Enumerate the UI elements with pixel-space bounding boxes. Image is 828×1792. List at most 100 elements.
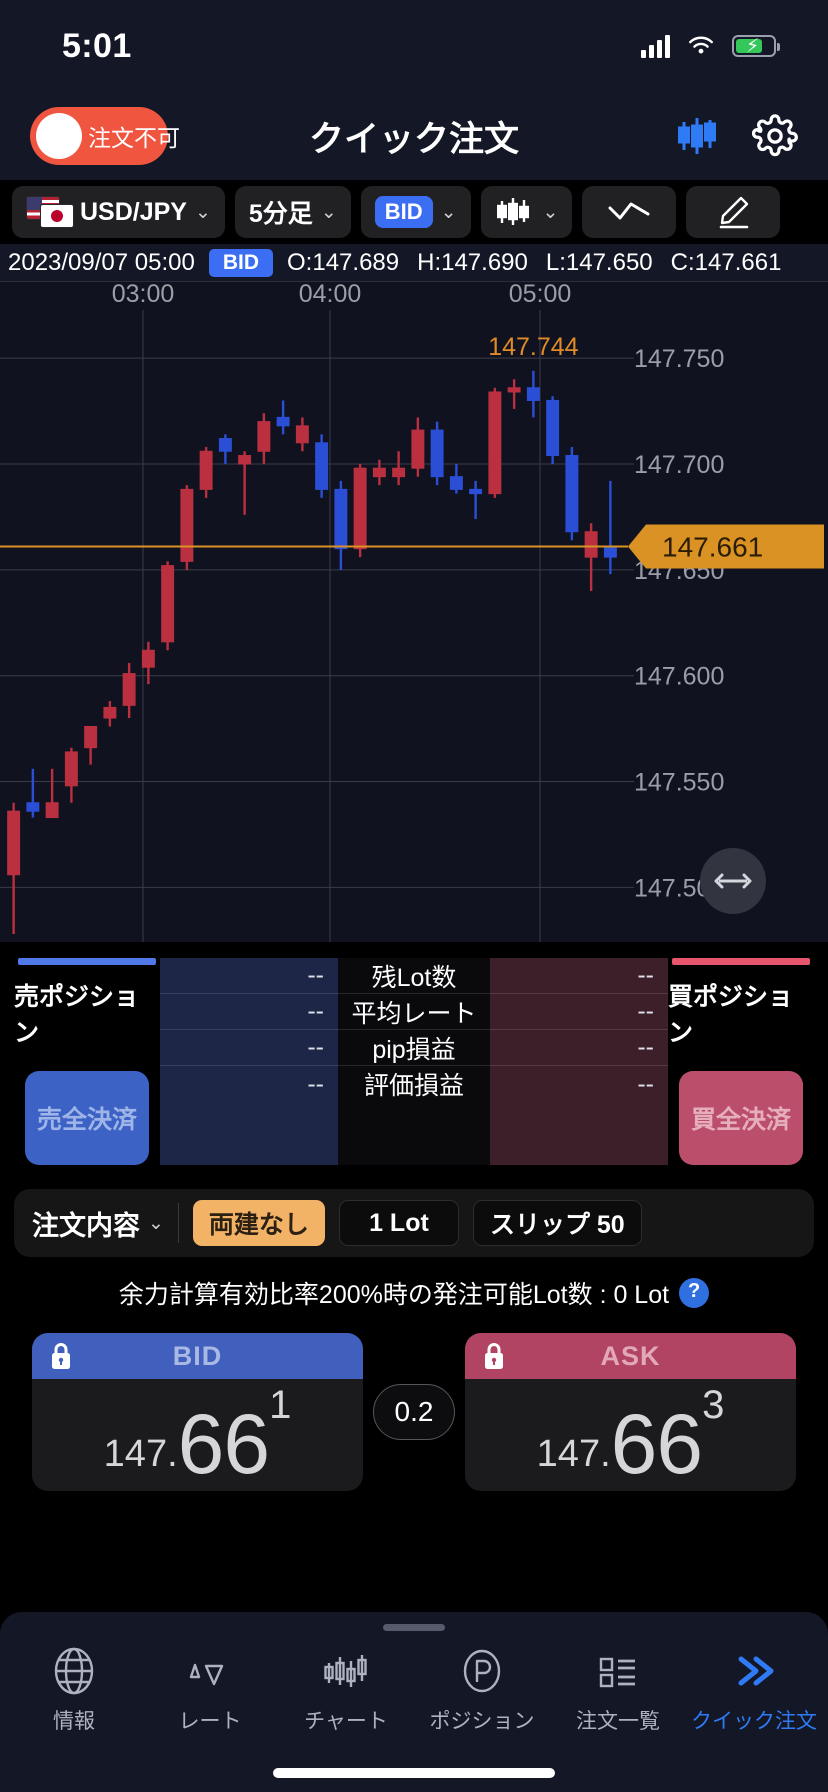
status-bar: 5:01 ⚡ xyxy=(0,0,828,92)
question-icon[interactable]: ? xyxy=(679,1278,710,1308)
position-table: 売ポジション 売全決済 -- -- -- -- 残Lot数 平均レート pip損… xyxy=(14,958,814,1165)
candlestick-icon[interactable] xyxy=(676,114,722,158)
order-settings-label: 注文内容 xyxy=(32,1210,140,1241)
lock-icon xyxy=(485,1343,503,1369)
p-circle-icon xyxy=(463,1649,501,1693)
bid-button[interactable]: BID 147. 66 1 xyxy=(32,1333,363,1491)
divider xyxy=(177,1203,179,1243)
cellular-bars-icon xyxy=(641,34,670,58)
chart-type-selector[interactable]: ⌄ xyxy=(480,186,573,238)
buy-close-all-button[interactable]: 買全決済 xyxy=(679,1071,803,1165)
home-indicator xyxy=(273,1768,555,1778)
bid-price: 147. 66 1 xyxy=(32,1379,363,1491)
sell-pip-pl-value: -- xyxy=(160,1030,338,1066)
nav-item-chart[interactable]: チャート xyxy=(280,1643,412,1735)
nav-label-rate: レート xyxy=(178,1710,242,1733)
sell-close-all-button[interactable]: 売全決済 xyxy=(25,1071,149,1165)
nav-label-quick-order: クイック注文 xyxy=(691,1710,817,1733)
timeframe-selector[interactable]: 5分足 ⌄ xyxy=(234,186,351,238)
ohlc-type-badge: BID xyxy=(208,248,274,277)
nav-label-order-list: 注文一覧 xyxy=(576,1710,660,1733)
metric-valuation-pl-label: 評価損益 xyxy=(363,1072,464,1100)
app-header: 注文不可 クイック注文 xyxy=(0,92,828,180)
sell-values-column: -- -- -- -- xyxy=(160,958,338,1165)
buy-lot-value: -- xyxy=(490,958,668,994)
buy-accent-bar xyxy=(672,958,810,965)
nav-item-position[interactable]: ポジション xyxy=(416,1643,548,1735)
ask-price: 147. 66 3 xyxy=(465,1379,796,1491)
position-values-grid: -- -- -- -- 残Lot数 平均レート pip損益 評価損益 -- --… xyxy=(160,958,668,1165)
pen-icon xyxy=(720,196,749,229)
ohlc-datetime: 2023/09/07 05:00 xyxy=(8,248,195,276)
gear-icon[interactable] xyxy=(752,113,798,159)
bid-label: BID xyxy=(172,1340,223,1371)
currency-pair-selector[interactable]: USD/JPY ⌄ xyxy=(12,186,225,238)
nav-item-order-list[interactable]: 注文一覧 xyxy=(552,1643,684,1735)
battery-charging-icon: ⚡ xyxy=(732,35,780,57)
line-chart-button[interactable] xyxy=(582,186,677,238)
chevron-down-icon: ⌄ xyxy=(148,1212,164,1234)
candlestick-chart-canvas[interactable]: 147.750147.700147.650147.600147.550147.5… xyxy=(0,282,828,942)
currency-pair-label: USD/JPY xyxy=(80,197,187,226)
ohlc-high: H:147.690 xyxy=(417,248,528,276)
sell-position-label: 売ポジション xyxy=(14,983,140,1047)
buy-valuation-pl-value: -- xyxy=(637,1069,654,1098)
svg-text:147.744: 147.744 xyxy=(488,333,578,361)
ohlc-open: O:147.689 xyxy=(287,248,400,276)
order-availability-toggle[interactable]: 注文不可 xyxy=(30,107,180,165)
sell-lot-value: -- xyxy=(160,958,338,994)
ask-price-int: 147. xyxy=(536,1433,611,1475)
chart-resize-handle[interactable] xyxy=(700,848,766,914)
sell-position-column: 売ポジション 売全決済 xyxy=(14,958,160,1165)
svg-text:05:00: 05:00 xyxy=(509,282,572,308)
svg-text:147.750: 147.750 xyxy=(634,345,724,373)
toggle-label: 注文不可 xyxy=(88,125,180,151)
status-bar-indicators: ⚡ xyxy=(641,34,780,58)
sell-avg-rate-value: -- xyxy=(160,994,338,1030)
wifi-icon xyxy=(689,36,713,54)
order-settings-toggle[interactable]: 注文内容 ⌄ xyxy=(32,1204,164,1243)
bid-price-pip: 1 xyxy=(269,1383,292,1427)
sheet-grabber[interactable] xyxy=(383,1624,445,1631)
svg-text:04:00: 04:00 xyxy=(299,282,362,308)
margin-info-text: 余力計算有効比率200%時の発注可能Lot数 : 0 Lot xyxy=(118,1281,670,1309)
candlestick-type-icon xyxy=(496,198,529,225)
nav-item-quick-order[interactable]: クイック注文 xyxy=(688,1643,820,1735)
svg-text:147.700: 147.700 xyxy=(634,451,724,479)
lock-icon xyxy=(52,1343,70,1369)
margin-info-line: 余力計算有効比率200%時の発注可能Lot数 : 0 Lot ? xyxy=(0,1275,828,1311)
hedge-mode-chip[interactable]: 両建なし xyxy=(192,1200,325,1246)
svg-text:147.600: 147.600 xyxy=(634,663,724,691)
bottom-navigation: 情報 レート チャート ポジション 注文一覧 クイック注文 xyxy=(0,1612,828,1792)
buy-position-label: 買ポジション xyxy=(668,983,794,1047)
list-icon xyxy=(599,1657,635,1688)
bid-price-int: 147. xyxy=(103,1433,178,1475)
nav-item-rate[interactable]: レート xyxy=(144,1643,276,1735)
ask-price-pip: 3 xyxy=(702,1383,725,1427)
draw-button[interactable] xyxy=(686,186,781,238)
svg-text:147.661: 147.661 xyxy=(662,532,763,563)
toggle-knob xyxy=(36,113,82,159)
slippage-chip[interactable]: スリップ 50 xyxy=(472,1200,642,1246)
rate-type-selector[interactable]: BID ⌄ xyxy=(360,186,471,238)
ask-price-main: 66 xyxy=(610,1397,703,1491)
deal-buttons-row: BID 147. 66 1 0.2 ASK 147. 66 3 xyxy=(0,1333,828,1491)
ohlc-low: L:147.650 xyxy=(545,248,653,276)
svg-text:147.550: 147.550 xyxy=(634,769,724,797)
price-chart[interactable]: 147.750 147.700 147.650 147.600 147.550 147.5… xyxy=(0,282,828,942)
ask-button[interactable]: ASK 147. 66 3 xyxy=(465,1333,796,1491)
metric-pip-pl-label: pip損益 xyxy=(338,1030,490,1066)
sell-valuation-pl-value: -- xyxy=(307,1069,324,1098)
ask-label: ASK xyxy=(600,1340,661,1371)
metric-lot-label: 残Lot数 xyxy=(338,958,490,994)
buy-values-column: -- -- -- -- xyxy=(490,958,668,1165)
buy-avg-rate-value: -- xyxy=(490,994,668,1030)
chart-toolbar: USD/JPY ⌄ 5分足 ⌄ BID ⌄ ⌄ xyxy=(0,180,828,244)
timeframe-label: 5分足 xyxy=(248,200,313,228)
horizontal-resize-icon xyxy=(714,873,752,889)
lot-size-chip[interactable]: 1 Lot xyxy=(338,1200,459,1246)
triangles-icon xyxy=(189,1663,224,1686)
ask-header: ASK xyxy=(465,1333,796,1379)
nav-item-info[interactable]: 情報 xyxy=(8,1643,140,1735)
metric-labels-column: 残Lot数 平均レート pip損益 評価損益 xyxy=(338,958,490,1165)
